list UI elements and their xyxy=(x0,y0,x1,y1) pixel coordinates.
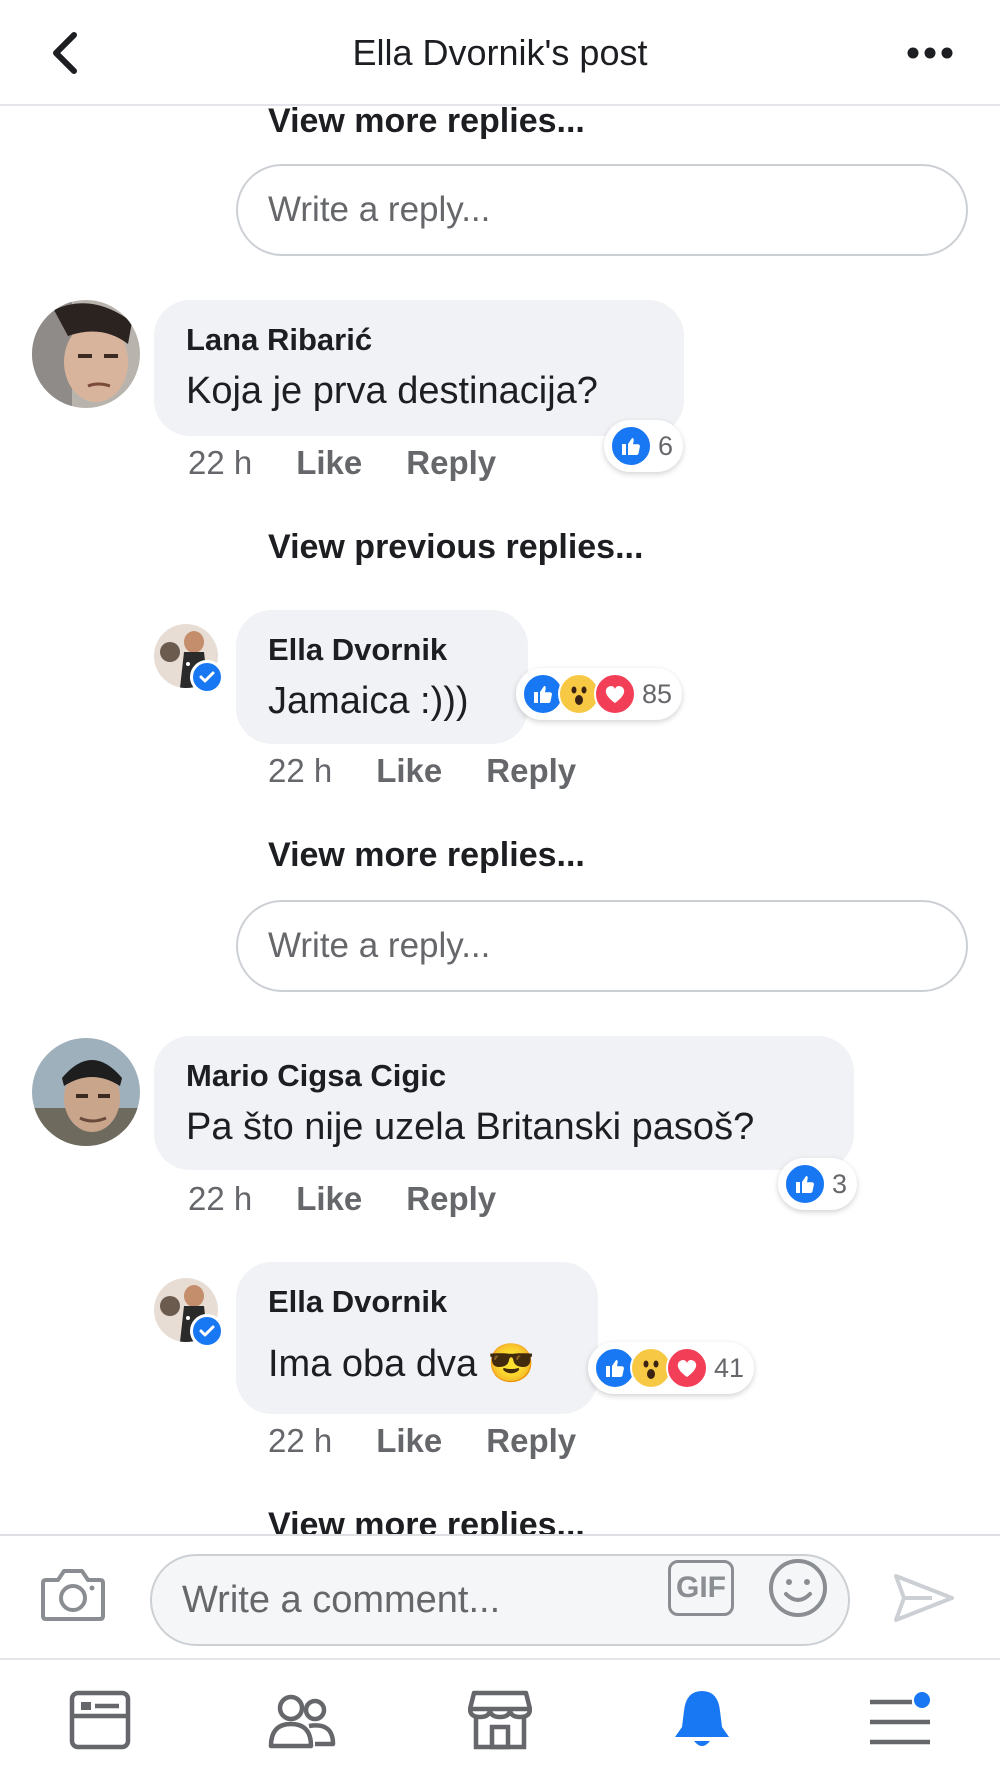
news-feed-icon xyxy=(69,1690,131,1750)
smiley-icon xyxy=(769,1559,827,1617)
camera-icon xyxy=(41,1569,105,1621)
reply-text: Jamaica :))) xyxy=(268,680,469,722)
bell-icon xyxy=(675,1691,729,1746)
header-bar: Ella Dvornik's post xyxy=(0,0,1000,106)
emoji-button[interactable] xyxy=(766,1556,830,1620)
reply-bubble-ella: Ella Dvornik Ima oba dva 😎 xyxy=(236,1262,598,1414)
comment-timestamp[interactable]: 22 h xyxy=(188,1180,252,1218)
comment-meta: 22 h Like Reply xyxy=(188,1180,496,1218)
like-button[interactable]: Like xyxy=(296,444,362,482)
reaction-summary[interactable]: 85 xyxy=(516,668,683,720)
reaction-summary[interactable]: 6 xyxy=(604,420,684,472)
comment-author[interactable]: Lana Ribarić xyxy=(186,322,652,358)
tab-menu[interactable] xyxy=(860,1684,940,1756)
tab-news-feed[interactable] xyxy=(60,1684,140,1756)
love-reaction-icon xyxy=(594,673,636,715)
comment-meta: 22 h Like Reply xyxy=(188,444,496,482)
avatar-mario[interactable] xyxy=(32,1038,140,1146)
like-button[interactable]: Like xyxy=(376,752,442,790)
view-more-replies-link[interactable]: View more replies... xyxy=(268,102,585,141)
reaction-count: 3 xyxy=(832,1168,848,1199)
reply-timestamp[interactable]: 22 h xyxy=(268,1422,332,1460)
comment-bubble-mario: Mario Cigsa Cigic Pa što nije uzela Brit… xyxy=(154,1036,854,1170)
tab-notifications[interactable] xyxy=(662,1684,742,1756)
comment-text: Koja je prva destinacija? xyxy=(186,370,598,412)
reply-author[interactable]: Ella Dvornik xyxy=(268,1284,566,1320)
more-dots-icon xyxy=(907,47,953,59)
reaction-count: 85 xyxy=(642,678,673,709)
send-button[interactable] xyxy=(892,1572,956,1628)
more-options-button[interactable] xyxy=(900,30,960,76)
reply-button[interactable]: Reply xyxy=(406,1180,496,1218)
reply-meta: 22 h Like Reply xyxy=(268,752,576,790)
marketplace-icon xyxy=(468,1690,532,1750)
reply-input[interactable]: Write a reply... xyxy=(236,900,968,992)
love-reaction-icon xyxy=(666,1347,708,1389)
reply-timestamp[interactable]: 22 h xyxy=(268,752,332,790)
reply-button[interactable]: Reply xyxy=(406,444,496,482)
friends-icon xyxy=(268,1694,336,1749)
reply-author[interactable]: Ella Dvornik xyxy=(268,632,496,668)
reply-text-line: Ima oba dva 😎 xyxy=(268,1342,566,1386)
page-title: Ella Dvornik's post xyxy=(352,32,648,73)
comment-composer: Write a comment... GIF xyxy=(0,1534,1000,1658)
reaction-summary[interactable]: 3 xyxy=(778,1158,858,1210)
send-arrow-icon xyxy=(894,1574,954,1622)
tab-friends[interactable] xyxy=(262,1684,342,1756)
verified-badge-icon xyxy=(190,660,224,694)
like-button[interactable]: Like xyxy=(296,1180,362,1218)
comment-timestamp[interactable]: 22 h xyxy=(188,444,252,482)
gif-button[interactable]: GIF xyxy=(668,1560,734,1616)
reply-button[interactable]: Reply xyxy=(486,1422,576,1460)
like-button[interactable]: Like xyxy=(376,1422,442,1460)
reply-meta: 22 h Like Reply xyxy=(268,1422,576,1460)
menu-icon xyxy=(870,1692,930,1745)
view-previous-replies-link[interactable]: View previous replies... xyxy=(268,528,643,567)
reaction-count: 41 xyxy=(714,1352,745,1383)
like-reaction-icon xyxy=(610,425,652,467)
comment-bubble-lana: Lana Ribarić Koja je prva destinacija? xyxy=(154,300,684,436)
comment-author[interactable]: Mario Cigsa Cigic xyxy=(186,1058,822,1094)
reply-input[interactable]: Write a reply... xyxy=(236,164,968,256)
comment-text: Pa što nije uzela Britanski pasoš? xyxy=(186,1106,755,1148)
reaction-count: 6 xyxy=(658,430,674,461)
avatar-lana[interactable] xyxy=(32,300,140,408)
reaction-summary[interactable]: 41 xyxy=(588,1342,755,1394)
reply-text: Ima oba dva xyxy=(268,1343,478,1385)
verified-badge-icon xyxy=(190,1314,224,1348)
reply-button[interactable]: Reply xyxy=(486,752,576,790)
view-more-replies-link[interactable]: View more replies... xyxy=(268,836,585,875)
bottom-tab-bar xyxy=(0,1658,1000,1778)
sunglasses-emoji: 😎 xyxy=(487,1343,536,1385)
comment-input[interactable]: Write a comment... xyxy=(150,1554,850,1646)
like-reaction-icon xyxy=(784,1163,826,1205)
tab-marketplace[interactable] xyxy=(460,1684,540,1756)
reply-bubble-ella: Ella Dvornik Jamaica :))) xyxy=(236,610,528,744)
camera-button[interactable] xyxy=(40,1566,110,1630)
